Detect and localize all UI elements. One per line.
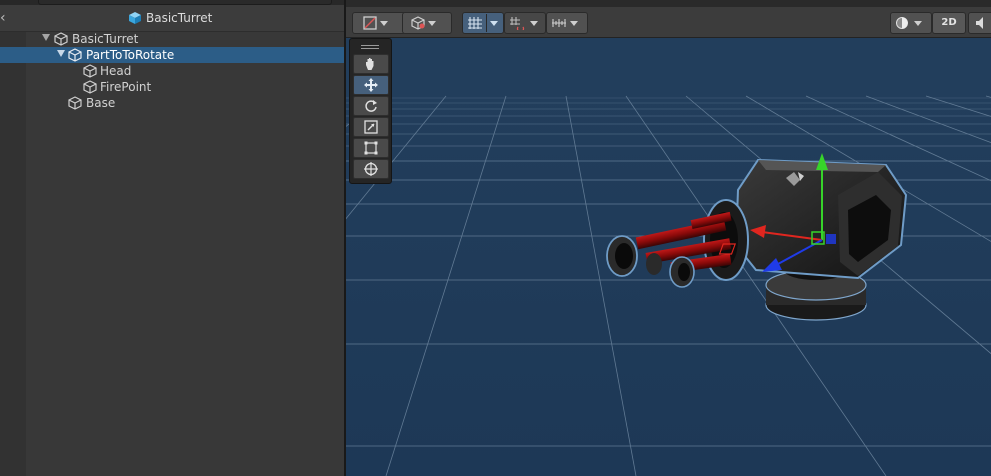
foldout-expanded-icon[interactable]	[57, 50, 65, 57]
rotate-tool-button[interactable]	[353, 96, 389, 116]
hierarchy-item-firepoint[interactable]: FirePoint	[0, 79, 344, 95]
2d-toggle-button[interactable]: 2D	[932, 12, 966, 34]
hand-icon	[366, 58, 374, 70]
tools-overlay[interactable]	[349, 38, 392, 184]
overlay-grip[interactable]	[361, 45, 379, 46]
hierarchy-item-parttotorotate[interactable]: PartToToRotate	[0, 47, 344, 63]
back-arrow-icon[interactable]: ‹	[0, 10, 10, 30]
hierarchy-item-base[interactable]: Base	[0, 95, 344, 111]
scene-viewport[interactable]	[346, 0, 991, 476]
overlay-grip[interactable]	[361, 48, 379, 49]
prefab-title: BasicTurret	[128, 11, 212, 25]
transform-icon	[364, 162, 378, 176]
draw-mode-icon	[363, 16, 377, 30]
hand-tool-button[interactable]	[353, 54, 389, 74]
transform-tool-button[interactable]	[353, 159, 389, 179]
lighting-dropdown[interactable]	[890, 12, 932, 34]
increment-snap-toggle[interactable]	[504, 12, 546, 34]
scene-view[interactable]: 2D	[346, 0, 991, 476]
hierarchy-item-label: PartToToRotate	[86, 48, 175, 62]
hierarchy-item-label: FirePoint	[100, 80, 152, 94]
foldout-expanded-icon[interactable]	[42, 34, 50, 41]
rect-transform-icon	[364, 141, 378, 155]
move-tool-button[interactable]	[353, 75, 389, 95]
audio-toggle[interactable]	[968, 12, 991, 34]
cube-icon	[83, 80, 97, 94]
prefab-cube-icon	[129, 12, 141, 24]
audio-icon	[976, 17, 983, 29]
scale-tool-button[interactable]	[353, 117, 389, 137]
shading-cube-icon	[411, 16, 425, 30]
cube-icon	[68, 48, 82, 62]
move-arrows-icon	[364, 78, 378, 92]
hierarchy-item-label: Base	[86, 96, 116, 110]
cube-icon	[68, 96, 82, 110]
hierarchy-item-head[interactable]: Head	[0, 63, 344, 79]
shading-dropdown[interactable]	[402, 12, 452, 34]
ruler-icon	[552, 19, 566, 27]
ruler-dropdown[interactable]	[546, 12, 588, 34]
scene-breadcrumb-strip	[346, 0, 991, 7]
hierarchy-panel: ‹ BasicTurret BasicTurret PartToToRotate	[0, 0, 344, 476]
prefab-title-label: BasicTurret	[146, 11, 213, 25]
increment-snap-icon	[510, 17, 525, 30]
scene-toolbar: 2D	[346, 7, 991, 38]
rotate-icon	[365, 100, 377, 112]
rect-tool-button[interactable]	[353, 138, 389, 158]
cube-icon	[54, 32, 68, 46]
hierarchy-header: ‹ BasicTurret	[0, 5, 344, 32]
grid-snap-toggle[interactable]	[462, 12, 504, 34]
hierarchy-item-label: BasicTurret	[72, 32, 139, 46]
hierarchy-item-basicturret[interactable]: BasicTurret	[0, 31, 344, 47]
draw-mode-dropdown[interactable]	[352, 12, 406, 34]
lighting-icon	[896, 17, 908, 29]
hierarchy-item-label: Head	[100, 64, 132, 78]
grid-snap-icon	[468, 17, 482, 29]
cube-icon	[83, 64, 97, 78]
scale-icon	[364, 120, 378, 134]
